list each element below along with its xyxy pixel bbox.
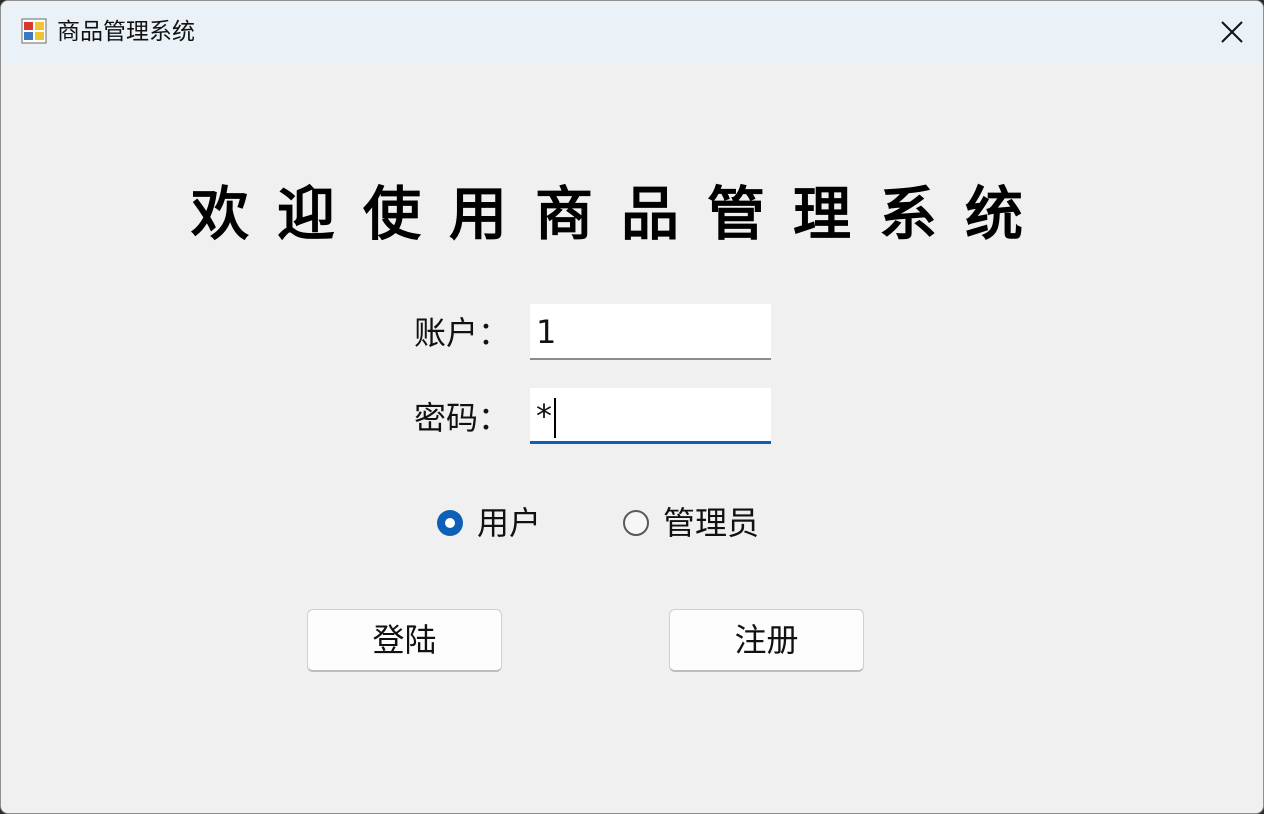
close-button[interactable] [1201,1,1263,63]
account-input[interactable]: 1 [530,304,771,360]
role-user-radio[interactable]: 用户 [437,501,541,545]
register-button[interactable]: 注册 [669,609,864,672]
password-input[interactable]: * [530,388,771,444]
login-button[interactable]: 登陆 [307,609,502,672]
role-admin-label: 管理员 [663,504,760,542]
password-label: 密码： [414,399,511,437]
login-window: 商品管理系统 欢迎使用商品管理系统 账户： 1 密码： * 用户 管理员 登陆 … [0,0,1264,814]
radio-checked-icon [437,510,463,536]
account-label: 账户： [414,314,511,352]
close-icon [1221,21,1243,43]
password-input-value: * [536,397,552,435]
welcome-heading: 欢迎使用商品管理系统 [190,180,1051,248]
title-bar[interactable]: 商品管理系统 [1,1,1263,63]
account-input-value: 1 [536,313,557,351]
app-window-icon [21,18,47,44]
text-caret [554,398,556,438]
window-title: 商品管理系统 [57,19,195,45]
role-user-label: 用户 [477,504,542,542]
role-admin-radio[interactable]: 管理员 [623,501,759,545]
radio-unchecked-icon [623,510,649,536]
